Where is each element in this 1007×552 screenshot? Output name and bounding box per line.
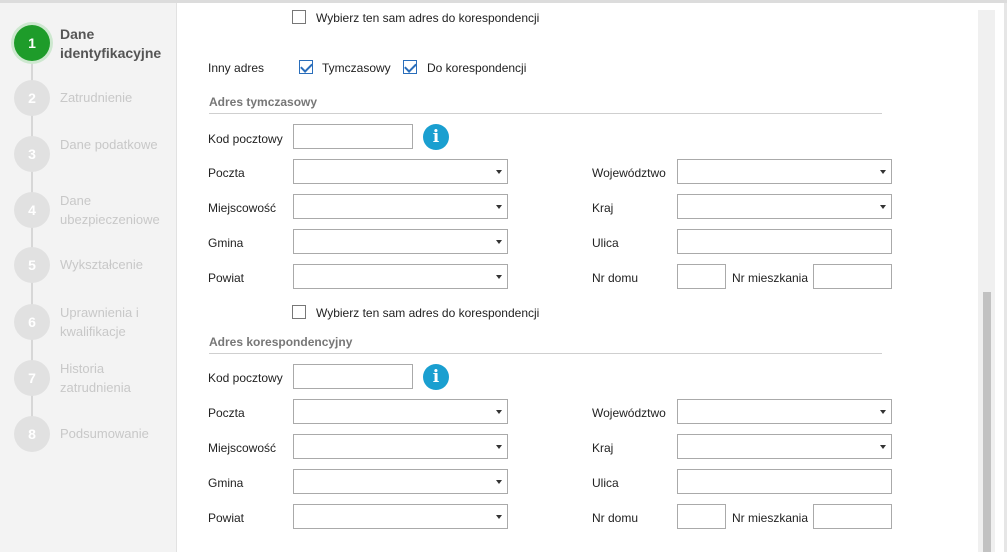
temp-street-label: Ulica: [592, 236, 619, 250]
address-form: Wybierz ten sam adres do korespondencji …: [178, 3, 978, 552]
temp-voivodeship-select[interactable]: [677, 159, 892, 184]
corr-apartment-no-label: Nr mieszkania: [732, 511, 809, 525]
correspondence-label: Do korespondencji: [427, 61, 527, 75]
chevron-down-icon: [880, 170, 886, 174]
corr-postal-info-icon[interactable]: i: [423, 364, 449, 390]
temp-post-office-select[interactable]: [293, 159, 508, 184]
temp-house-no-label: Nr domu: [592, 271, 639, 285]
chevron-down-icon: [496, 240, 502, 244]
temp-voivodeship-label: Województwo: [592, 166, 666, 180]
step-number: 3: [14, 136, 50, 172]
corr-commune-label: Gmina: [208, 476, 244, 490]
step-number: 1: [14, 25, 50, 61]
temp-same-address-checkbox[interactable]: [292, 305, 306, 319]
chevron-down-icon: [496, 515, 502, 519]
correspondence-checkbox[interactable]: [403, 60, 417, 74]
temp-apartment-no-label: Nr mieszkania: [732, 271, 809, 285]
temp-country-select[interactable]: [677, 194, 892, 219]
step-label: Podsumowanie: [60, 426, 149, 441]
corr-town-label: Miejscowość: [208, 441, 277, 455]
temp-postal-code-label: Kod pocztowy: [208, 132, 283, 146]
corr-apartment-no-input[interactable]: [813, 504, 892, 529]
step-number: 5: [14, 247, 50, 283]
temp-apartment-no-input[interactable]: [813, 264, 892, 289]
corr-post-office-label: Poczta: [208, 406, 245, 420]
temp-house-no-input[interactable]: [677, 264, 726, 289]
other-address-label: Inny adres: [208, 61, 265, 75]
corr-post-office-select[interactable]: [293, 399, 508, 424]
chevron-down-icon: [496, 275, 502, 279]
temp-district-select[interactable]: [293, 264, 508, 289]
corr-voivodeship-label: Województwo: [592, 406, 666, 420]
corr-district-label: Powiat: [208, 511, 245, 525]
chevron-down-icon: [880, 410, 886, 414]
chevron-down-icon: [496, 205, 502, 209]
temporary-label: Tymczasowy: [322, 61, 391, 75]
step-number: 7: [14, 360, 50, 396]
temp-country-label: Kraj: [592, 201, 614, 215]
corr-street-input[interactable]: [677, 469, 892, 494]
chevron-down-icon: [880, 445, 886, 449]
corr-house-no-input[interactable]: [677, 504, 726, 529]
wizard-stepper: 1 Dane identyfikacyjne 2 Zatrudnienie 3 …: [0, 3, 177, 552]
temp-post-office-label: Poczta: [208, 166, 245, 180]
step-number: 4: [14, 192, 50, 228]
corr-postal-code-label: Kod pocztowy: [208, 371, 283, 385]
temporary-address-heading: Adres tymczasowy: [209, 95, 882, 114]
corr-street-label: Ulica: [592, 476, 619, 490]
step-number: 8: [14, 416, 50, 452]
chevron-down-icon: [496, 480, 502, 484]
temp-same-address-label: Wybierz ten sam adres do korespondencji: [316, 306, 540, 320]
corr-voivodeship-select[interactable]: [677, 399, 892, 424]
step-number: 6: [14, 304, 50, 340]
temp-street-input[interactable]: [677, 229, 892, 254]
step-number: 2: [14, 80, 50, 116]
temporary-checkbox[interactable]: [299, 60, 313, 74]
step-label: Dane identyfikacyjne: [60, 26, 162, 61]
corr-district-select[interactable]: [293, 504, 508, 529]
step-label: Uprawnienia i kwalifikacje: [60, 305, 139, 339]
step-label: Wykształcenie: [60, 257, 143, 272]
chevron-down-icon: [496, 170, 502, 174]
scrollbar-thumb[interactable]: [983, 292, 991, 552]
corr-country-select[interactable]: [677, 434, 892, 459]
chevron-down-icon: [496, 410, 502, 414]
top-same-address-label: Wybierz ten sam adres do korespondencji: [316, 11, 540, 25]
step-label: Dane podatkowe: [60, 137, 158, 152]
corr-commune-select[interactable]: [293, 469, 508, 494]
correspondence-address-heading: Adres korespondencyjny: [209, 335, 882, 354]
step-label: Dane ubezpieczeniowe: [60, 193, 160, 227]
chevron-down-icon: [880, 205, 886, 209]
temp-postal-info-icon[interactable]: i: [423, 124, 449, 150]
top-same-address-checkbox[interactable]: [292, 10, 306, 24]
step-label: Historia zatrudnienia: [60, 361, 131, 395]
temp-commune-label: Gmina: [208, 236, 244, 250]
step-label: Zatrudnienie: [60, 90, 133, 105]
temp-town-select[interactable]: [293, 194, 508, 219]
temp-town-label: Miejscowość: [208, 201, 277, 215]
corr-country-label: Kraj: [592, 441, 614, 455]
corr-postal-code-input[interactable]: [293, 364, 413, 389]
temp-postal-code-input[interactable]: [293, 124, 413, 149]
temp-commune-select[interactable]: [293, 229, 508, 254]
corr-house-no-label: Nr domu: [592, 511, 639, 525]
temp-district-label: Powiat: [208, 271, 245, 285]
chevron-down-icon: [496, 445, 502, 449]
corr-town-select[interactable]: [293, 434, 508, 459]
